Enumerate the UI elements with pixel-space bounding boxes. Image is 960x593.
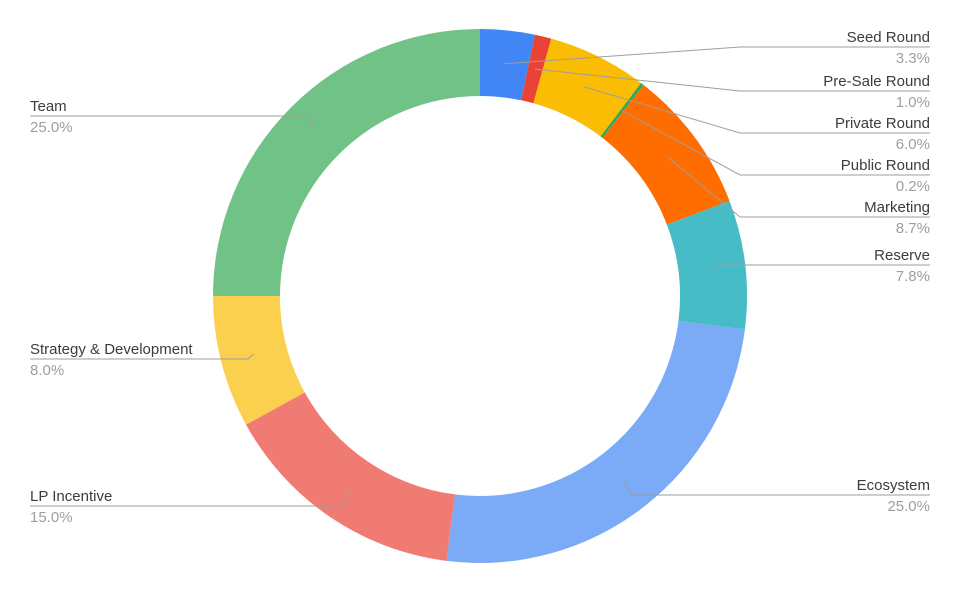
- slice-lp-incentive[interactable]: [246, 392, 455, 561]
- data-label-name-pre-sale-round: Pre-Sale Round: [823, 73, 930, 90]
- data-label-value-lp-incentive: 15.0%: [30, 509, 73, 526]
- donut-chart: Seed Round 3.3% Pre-Sale Round 1.0% Private …: [30, 29, 930, 563]
- slice-ecosystem[interactable]: [446, 321, 745, 563]
- data-label-value-pre-sale-round: 1.0%: [896, 94, 930, 111]
- data-label-name-ecosystem: Ecosystem: [857, 477, 930, 494]
- data-label-value-strategy-and-development: 8.0%: [30, 362, 64, 379]
- data-label-value-private-round: 6.0%: [896, 136, 930, 153]
- data-label-name-marketing: Marketing: [864, 199, 930, 216]
- data-label-name-lp-incentive: LP Incentive: [30, 488, 112, 505]
- labels-group: Seed Round 3.3% Pre-Sale Round 1.0% Private …: [30, 29, 930, 526]
- data-label-name-team: Team: [30, 98, 67, 115]
- data-label-value-reserve: 7.8%: [896, 268, 930, 285]
- slice-team[interactable]: [213, 29, 480, 296]
- data-label-name-private-round: Private Round: [835, 115, 930, 132]
- data-label-value-marketing: 8.7%: [896, 220, 930, 237]
- data-label-name-public-round: Public Round: [841, 157, 930, 174]
- data-label-name-reserve: Reserve: [874, 247, 930, 264]
- data-label-value-seed-round: 3.3%: [896, 50, 930, 67]
- data-label-name-seed-round: Seed Round: [847, 29, 930, 46]
- data-label-value-ecosystem: 25.0%: [887, 498, 930, 515]
- data-label-value-public-round: 0.2%: [896, 178, 930, 195]
- leader-lines-group: [30, 46, 930, 507]
- data-label-value-team: 25.0%: [30, 119, 73, 136]
- data-label-name-strategy-and-development: Strategy & Development: [30, 341, 193, 358]
- slices-group: [213, 29, 747, 563]
